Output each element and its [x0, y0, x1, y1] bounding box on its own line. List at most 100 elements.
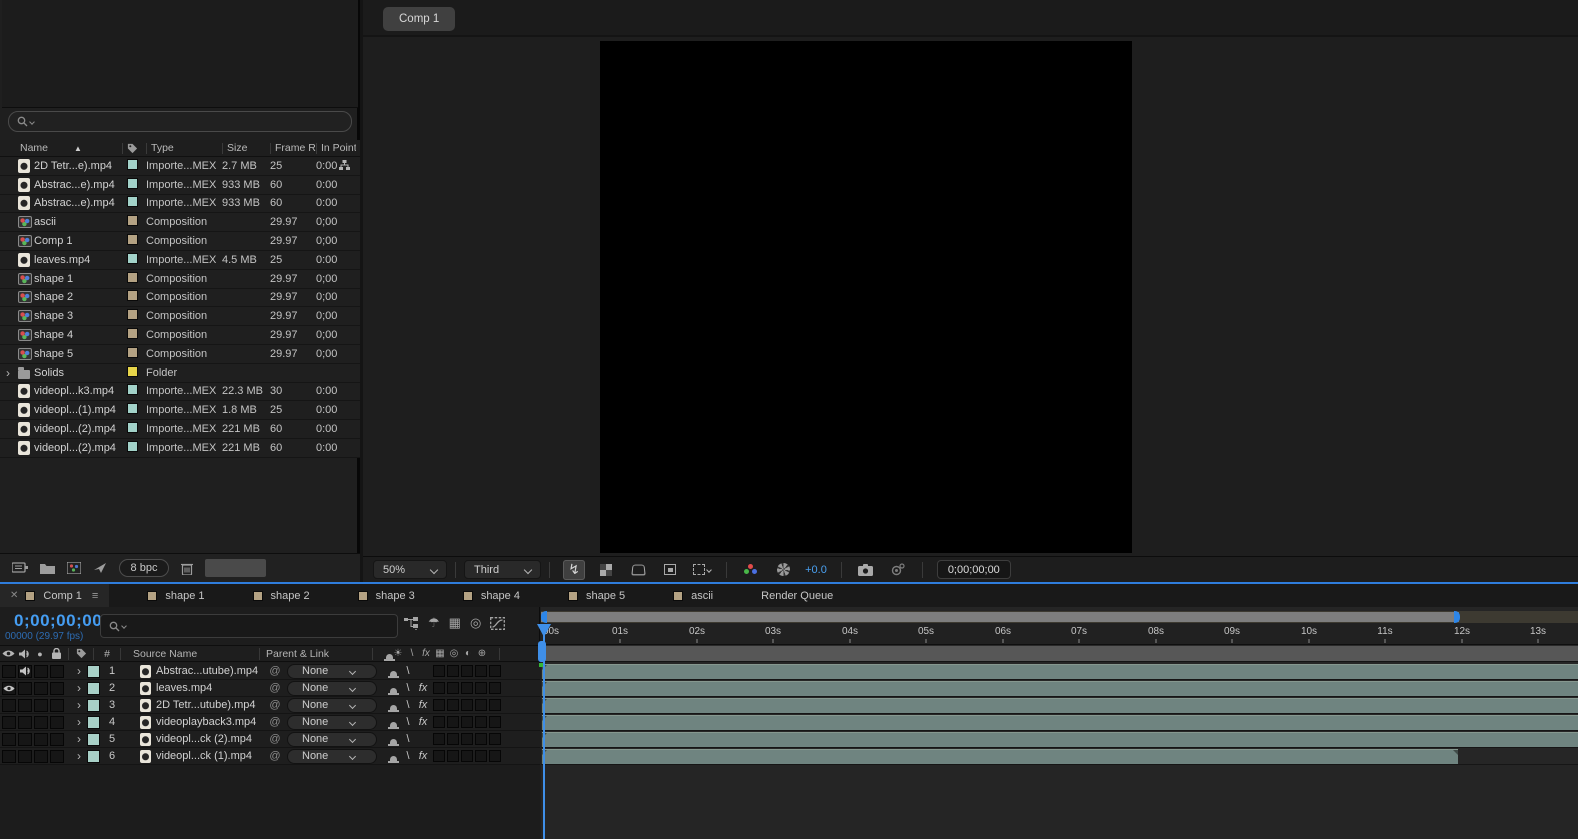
audio-toggle[interactable]: [18, 665, 32, 678]
lock-toggle[interactable]: [50, 750, 64, 763]
graph-editor-button[interactable]: [490, 617, 505, 630]
composition-mini-flowchart-button[interactable]: [404, 617, 419, 630]
mask-visibility-button[interactable]: [627, 560, 649, 580]
layer-name[interactable]: videopl...ck (2).mp4: [156, 733, 268, 745]
frame-blend-toggle[interactable]: [433, 682, 445, 694]
expand-chevron-icon[interactable]: ›: [73, 732, 85, 746]
quality-column-icon[interactable]: /: [405, 648, 419, 659]
three-d-toggle[interactable]: [475, 699, 487, 711]
layer-row-4[interactable]: › 4 videoplayback3.mp4 @ None / fx: [0, 714, 540, 731]
solo-toggle[interactable]: [34, 716, 48, 729]
lock-toggle[interactable]: [50, 716, 64, 729]
solo-toggle[interactable]: [34, 682, 48, 695]
project-row[interactable]: 2D Tetr...e).mp4 Importe...MEX 2.7 MB 25…: [0, 157, 360, 176]
item-name[interactable]: videopl...(2).mp4: [34, 442, 122, 454]
audio-column-header[interactable]: [16, 649, 32, 659]
expand-chevron-icon[interactable]: ›: [0, 366, 16, 380]
layer-row-6[interactable]: › 6 videopl...ck (1).mp4 @ None / fx: [0, 748, 540, 765]
magnification-select[interactable]: 50%: [373, 560, 447, 579]
parent-link-column-header[interactable]: Parent & Link: [264, 648, 368, 660]
timeline-tab-shape2[interactable]: shape 2: [243, 584, 320, 607]
item-name[interactable]: 2D Tetr...e).mp4: [34, 160, 122, 172]
motion-blur-toggle[interactable]: [447, 665, 459, 677]
quality-toggle[interactable]: /: [401, 699, 415, 711]
solo-toggle[interactable]: [34, 665, 48, 678]
layer-label-swatch[interactable]: [87, 733, 100, 746]
label-column-header[interactable]: [73, 648, 89, 659]
quality-toggle[interactable]: /: [401, 733, 415, 745]
layer-duration-bar[interactable]: [542, 732, 1578, 747]
motion-blur-toggle[interactable]: [447, 750, 459, 762]
layer-label-swatch[interactable]: [87, 699, 100, 712]
timeline-tab-comp1[interactable]: ✕ Comp 1 ≡: [0, 584, 109, 607]
lock-toggle[interactable]: [50, 699, 64, 712]
label-swatch[interactable]: [127, 272, 138, 283]
three-d-column-icon[interactable]: ⊕: [475, 648, 489, 659]
item-name[interactable]: videopl...(2).mp4: [34, 423, 122, 435]
lock-toggle[interactable]: [50, 733, 64, 746]
layer-row-2[interactable]: › 2 leaves.mp4 @ None / fx: [0, 680, 540, 697]
interpret-footage-button[interactable]: [12, 562, 28, 574]
adjustment-toggle[interactable]: [461, 750, 473, 762]
motion-blur-column-icon[interactable]: ◎: [447, 648, 461, 659]
proxy-button[interactable]: [93, 562, 107, 574]
layer-duration-bar[interactable]: [542, 698, 1578, 713]
pick-whip-icon[interactable]: @: [268, 664, 282, 678]
fx-toggle[interactable]: fx: [415, 699, 431, 711]
pick-whip-icon[interactable]: @: [268, 732, 282, 746]
new-composition-button[interactable]: [67, 562, 81, 574]
item-name[interactable]: Comp 1: [34, 235, 122, 247]
lock-toggle[interactable]: [50, 682, 64, 695]
motion-blur-toggle[interactable]: [447, 716, 459, 728]
item-name[interactable]: Abstrac...e).mp4: [34, 197, 122, 209]
playhead-marker[interactable]: [537, 624, 551, 637]
label-swatch[interactable]: [127, 403, 138, 414]
item-name[interactable]: shape 1: [34, 273, 122, 285]
item-name[interactable]: Abstrac...e).mp4: [34, 179, 122, 191]
layer-name[interactable]: videopl...ck (1).mp4: [156, 750, 268, 762]
layer-name[interactable]: videoplayback3.mp4: [156, 716, 268, 728]
resolution-select[interactable]: Third: [464, 560, 541, 579]
close-icon[interactable]: ✕: [10, 590, 18, 601]
adjustment-toggle[interactable]: [461, 699, 473, 711]
timeline-tab-shape1[interactable]: shape 1: [137, 584, 214, 607]
composition-canvas[interactable]: [600, 41, 1132, 553]
video-toggle[interactable]: [2, 699, 16, 712]
frame-blend-toggle[interactable]: [433, 716, 445, 728]
project-row[interactable]: shape 2 Composition 29.97 0;00: [0, 289, 360, 308]
item-name[interactable]: ascii: [34, 216, 122, 228]
label-swatch[interactable]: [127, 290, 138, 301]
pick-whip-icon[interactable]: @: [268, 681, 282, 695]
expand-chevron-icon[interactable]: ›: [73, 715, 85, 729]
parent-select[interactable]: None: [287, 749, 377, 764]
project-row[interactable]: leaves.mp4 Importe...MEX 4.5 MB 25 0:00: [0, 251, 360, 270]
project-search-input[interactable]: [8, 111, 352, 132]
transparency-grid-button[interactable]: [595, 560, 617, 580]
work-area-end-handle[interactable]: [1454, 611, 1460, 623]
reset-exposure-button[interactable]: [772, 560, 794, 580]
column-name[interactable]: Name▲: [20, 142, 122, 154]
frame-blend-toggle[interactable]: [433, 699, 445, 711]
column-frame-rate[interactable]: Frame Ra..: [270, 143, 316, 154]
solo-toggle[interactable]: [34, 699, 48, 712]
switch-box[interactable]: [489, 699, 501, 711]
take-snapshot-button[interactable]: [855, 560, 877, 580]
timeline-search-input[interactable]: [100, 614, 398, 638]
parent-select[interactable]: None: [287, 732, 377, 747]
expand-chevron-icon[interactable]: ›: [73, 698, 85, 712]
label-swatch[interactable]: [127, 234, 138, 245]
search-options-chevron-icon[interactable]: [121, 623, 127, 629]
frame-blend-toggle[interactable]: [433, 733, 445, 745]
delete-icon[interactable]: [181, 562, 193, 575]
video-toggle[interactable]: [2, 665, 16, 678]
label-swatch[interactable]: [127, 309, 138, 320]
layer-row-5[interactable]: › 5 videopl...ck (2).mp4 @ None / fx: [0, 731, 540, 748]
preview-time-display[interactable]: 0;00;00;00: [937, 560, 1011, 579]
item-name[interactable]: videopl...(1).mp4: [34, 404, 122, 416]
source-name-column-header[interactable]: Source Name: [125, 648, 255, 660]
column-in-point[interactable]: In Point: [316, 143, 356, 154]
project-horizontal-scrollbar[interactable]: [205, 559, 266, 577]
column-size[interactable]: Size: [222, 143, 270, 154]
switch-box[interactable]: [489, 682, 501, 694]
audio-toggle[interactable]: [18, 699, 32, 712]
